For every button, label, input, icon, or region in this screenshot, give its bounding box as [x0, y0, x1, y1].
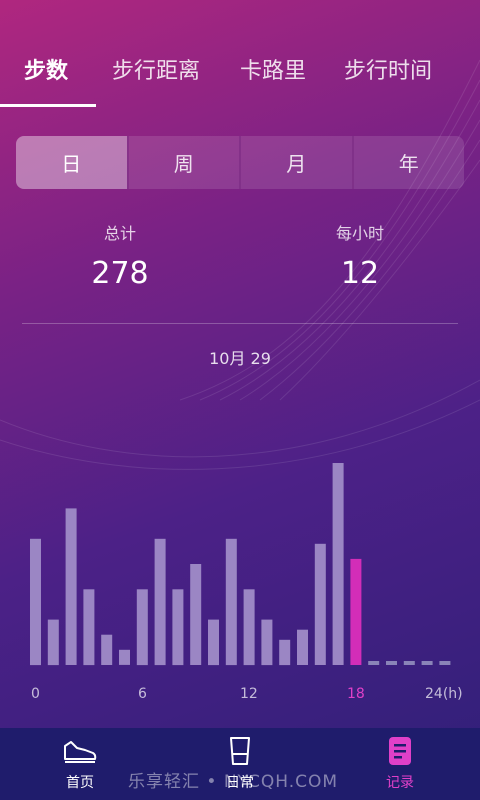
- steps-bar-chart: [30, 463, 451, 666]
- bar-hour-2[interactable]: [65, 508, 77, 665]
- bar-hour-6[interactable]: [136, 589, 148, 666]
- bar-hour-9[interactable]: [190, 564, 202, 665]
- bar-hour-19[interactable]: [368, 661, 380, 665]
- x-tick-24: 24(h): [425, 686, 463, 702]
- nav-home-label: 首页: [66, 775, 94, 791]
- hourly-value: 12: [340, 256, 380, 291]
- bar-hour-16[interactable]: [314, 543, 326, 665]
- watermark: 乐享轻汇 • NYCQH.COM: [128, 772, 339, 792]
- bar-hour-15[interactable]: [297, 629, 308, 665]
- document-icon: [383, 736, 417, 766]
- period-selector: 日 周 月 年: [16, 136, 464, 189]
- tab-walking-distance[interactable]: 步行距离: [112, 56, 200, 88]
- total-label: 总计: [103, 224, 136, 243]
- bar-hour-23[interactable]: [439, 661, 451, 665]
- cup-icon: [223, 736, 257, 766]
- bar-hour-5[interactable]: [119, 649, 130, 665]
- bar-hour-4[interactable]: [101, 634, 113, 665]
- bar-hour-3[interactable]: [83, 589, 95, 666]
- period-day[interactable]: 日: [16, 136, 127, 189]
- bar-hour-7[interactable]: [154, 538, 166, 666]
- bar-hour-0[interactable]: [30, 538, 41, 666]
- metric-tabs: 步数 步行距离 卡路里 步行时间: [0, 0, 480, 108]
- period-year[interactable]: 年: [351, 136, 465, 189]
- shoe-icon: [63, 736, 97, 766]
- tab-steps[interactable]: 步数: [24, 56, 68, 88]
- active-tab-indicator: [0, 104, 96, 107]
- nav-records-label: 记录: [386, 775, 414, 791]
- x-tick-12: 12: [240, 686, 258, 702]
- bar-hour-21[interactable]: [403, 661, 415, 665]
- bar-hour-10[interactable]: [208, 619, 219, 666]
- bar-hour-18[interactable]: [350, 558, 362, 665]
- bar-hour-20[interactable]: [386, 661, 397, 665]
- bar-hour-22[interactable]: [421, 661, 433, 665]
- hourly-label: 每小时: [335, 224, 384, 243]
- period-month[interactable]: 月: [239, 136, 352, 189]
- bar-hour-17[interactable]: [332, 463, 344, 665]
- tab-walking-time[interactable]: 步行时间: [344, 56, 432, 88]
- bar-hour-8[interactable]: [172, 589, 184, 666]
- bar-hour-13[interactable]: [261, 619, 273, 666]
- chart-date: 10月 29: [209, 349, 271, 368]
- bar-hour-11[interactable]: [225, 538, 237, 666]
- period-week[interactable]: 周: [126, 136, 240, 189]
- bar-hour-1[interactable]: [47, 619, 59, 666]
- bar-hour-14[interactable]: [279, 639, 291, 666]
- nav-home[interactable]: 首页: [30, 736, 130, 796]
- x-tick-0: 0: [31, 686, 40, 702]
- divider: [22, 323, 458, 324]
- nav-records[interactable]: 记录: [350, 736, 450, 796]
- total-value: 278: [91, 256, 149, 291]
- x-tick-18: 18: [347, 686, 365, 702]
- x-tick-6: 6: [138, 686, 147, 702]
- tab-calories[interactable]: 卡路里: [240, 56, 306, 88]
- bar-hour-12[interactable]: [243, 589, 255, 666]
